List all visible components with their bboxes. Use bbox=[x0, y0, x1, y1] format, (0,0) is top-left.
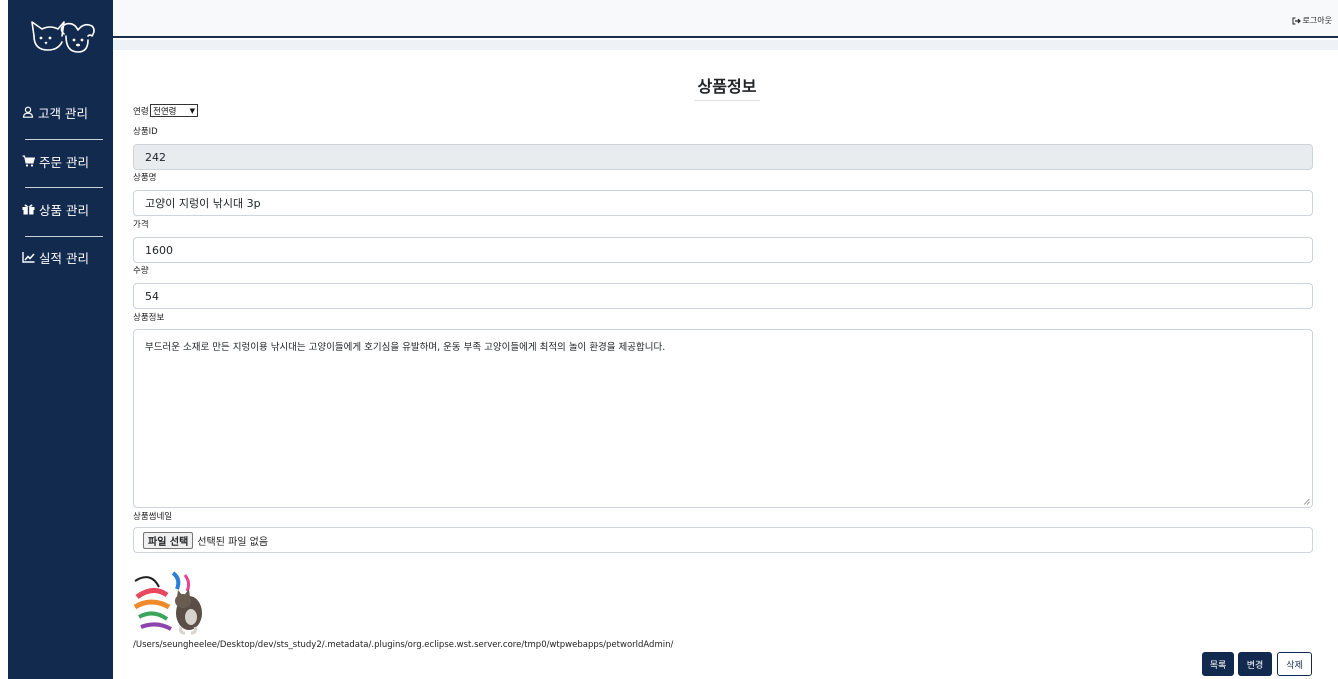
product-info-textarea[interactable]: 부드러운 소재로 만든 지렁이용 낚시대는 고양이들에게 호기심을 유발하며, … bbox=[133, 329, 1313, 508]
sidebar-item-label: 고객 관리 bbox=[38, 105, 88, 121]
resize-grip-icon[interactable] bbox=[1303, 498, 1310, 505]
product-name-value: 고양이 지렁이 낚시대 3p bbox=[145, 197, 261, 210]
quantity-label: 수량 bbox=[133, 266, 149, 276]
price-field[interactable]: 1600 bbox=[133, 237, 1313, 263]
quantity-field[interactable]: 54 bbox=[133, 283, 1313, 309]
thumbnail-file-input: 파일 선택 선택된 파일 없음 bbox=[133, 527, 1313, 553]
chart-line-icon bbox=[22, 252, 35, 263]
age-select-value: 전연령 bbox=[153, 106, 177, 117]
sidebar-item-products[interactable]: 상품 관리 bbox=[22, 198, 106, 220]
file-status-text: 선택된 파일 없음 bbox=[197, 536, 269, 548]
quantity-value: 54 bbox=[145, 289, 159, 303]
product-name-field[interactable]: 고양이 지렁이 낚시대 3p bbox=[133, 190, 1313, 216]
logout-link[interactable]: 로그아웃 bbox=[1292, 15, 1332, 26]
product-name-label: 상품명 bbox=[133, 173, 157, 183]
logout-label: 로그아웃 bbox=[1302, 16, 1332, 25]
sidebar-item-label: 상품 관리 bbox=[39, 202, 89, 218]
user-icon bbox=[22, 106, 34, 118]
delete-button[interactable]: 삭제 bbox=[1277, 652, 1312, 676]
nav-divider bbox=[25, 187, 103, 188]
thumbnail-label: 상품썸네일 bbox=[133, 512, 173, 522]
age-select[interactable]: 전연령 ▼ bbox=[150, 104, 198, 117]
product-info-label: 상품정보 bbox=[133, 313, 165, 323]
sidebar: 고객 관리 주문 관리 상품 관리 실적 관리 bbox=[8, 0, 113, 679]
sign-out-icon bbox=[1292, 17, 1301, 24]
gift-icon bbox=[22, 204, 35, 215]
product-info-value: 부드러운 소재로 만든 지렁이용 낚시대는 고양이들에게 호기심을 유발하며, … bbox=[145, 342, 666, 353]
nav-divider bbox=[25, 236, 103, 237]
price-label: 가격 bbox=[133, 220, 149, 230]
sidebar-item-performance[interactable]: 실적 관리 bbox=[22, 246, 106, 268]
app-root: 고객 관리 주문 관리 상품 관리 실적 관리 로그아웃 상품정보 연령 전연령… bbox=[0, 0, 1338, 679]
chevron-down-icon: ▼ bbox=[189, 106, 195, 115]
price-value: 1600 bbox=[145, 243, 173, 257]
sidebar-item-orders[interactable]: 주문 관리 bbox=[22, 150, 106, 172]
content-strip bbox=[113, 40, 1338, 50]
product-id-label: 상품ID bbox=[133, 127, 158, 137]
sidebar-item-label: 실적 관리 bbox=[39, 250, 89, 266]
product-id-field[interactable]: 242 bbox=[133, 144, 1313, 170]
sidebar-item-label: 주문 관리 bbox=[39, 154, 89, 170]
top-bar: 로그아웃 bbox=[113, 0, 1338, 38]
product-id-value: 242 bbox=[145, 150, 166, 164]
list-button[interactable]: 목록 bbox=[1202, 652, 1234, 676]
choose-file-button[interactable]: 파일 선택 bbox=[143, 531, 194, 549]
update-button[interactable]: 변경 bbox=[1238, 652, 1272, 676]
nav-divider bbox=[25, 139, 103, 140]
dog-cat-logo[interactable] bbox=[28, 14, 98, 60]
product-thumbnail-image bbox=[133, 567, 205, 637]
sidebar-item-customers[interactable]: 고객 관리 bbox=[22, 101, 106, 123]
cart-icon bbox=[22, 155, 35, 167]
age-label: 연령 bbox=[133, 107, 149, 117]
upload-path-text: /Users/seungheelee/Desktop/dev/sts_study… bbox=[133, 640, 674, 650]
page-title: 상품정보 bbox=[694, 73, 760, 101]
